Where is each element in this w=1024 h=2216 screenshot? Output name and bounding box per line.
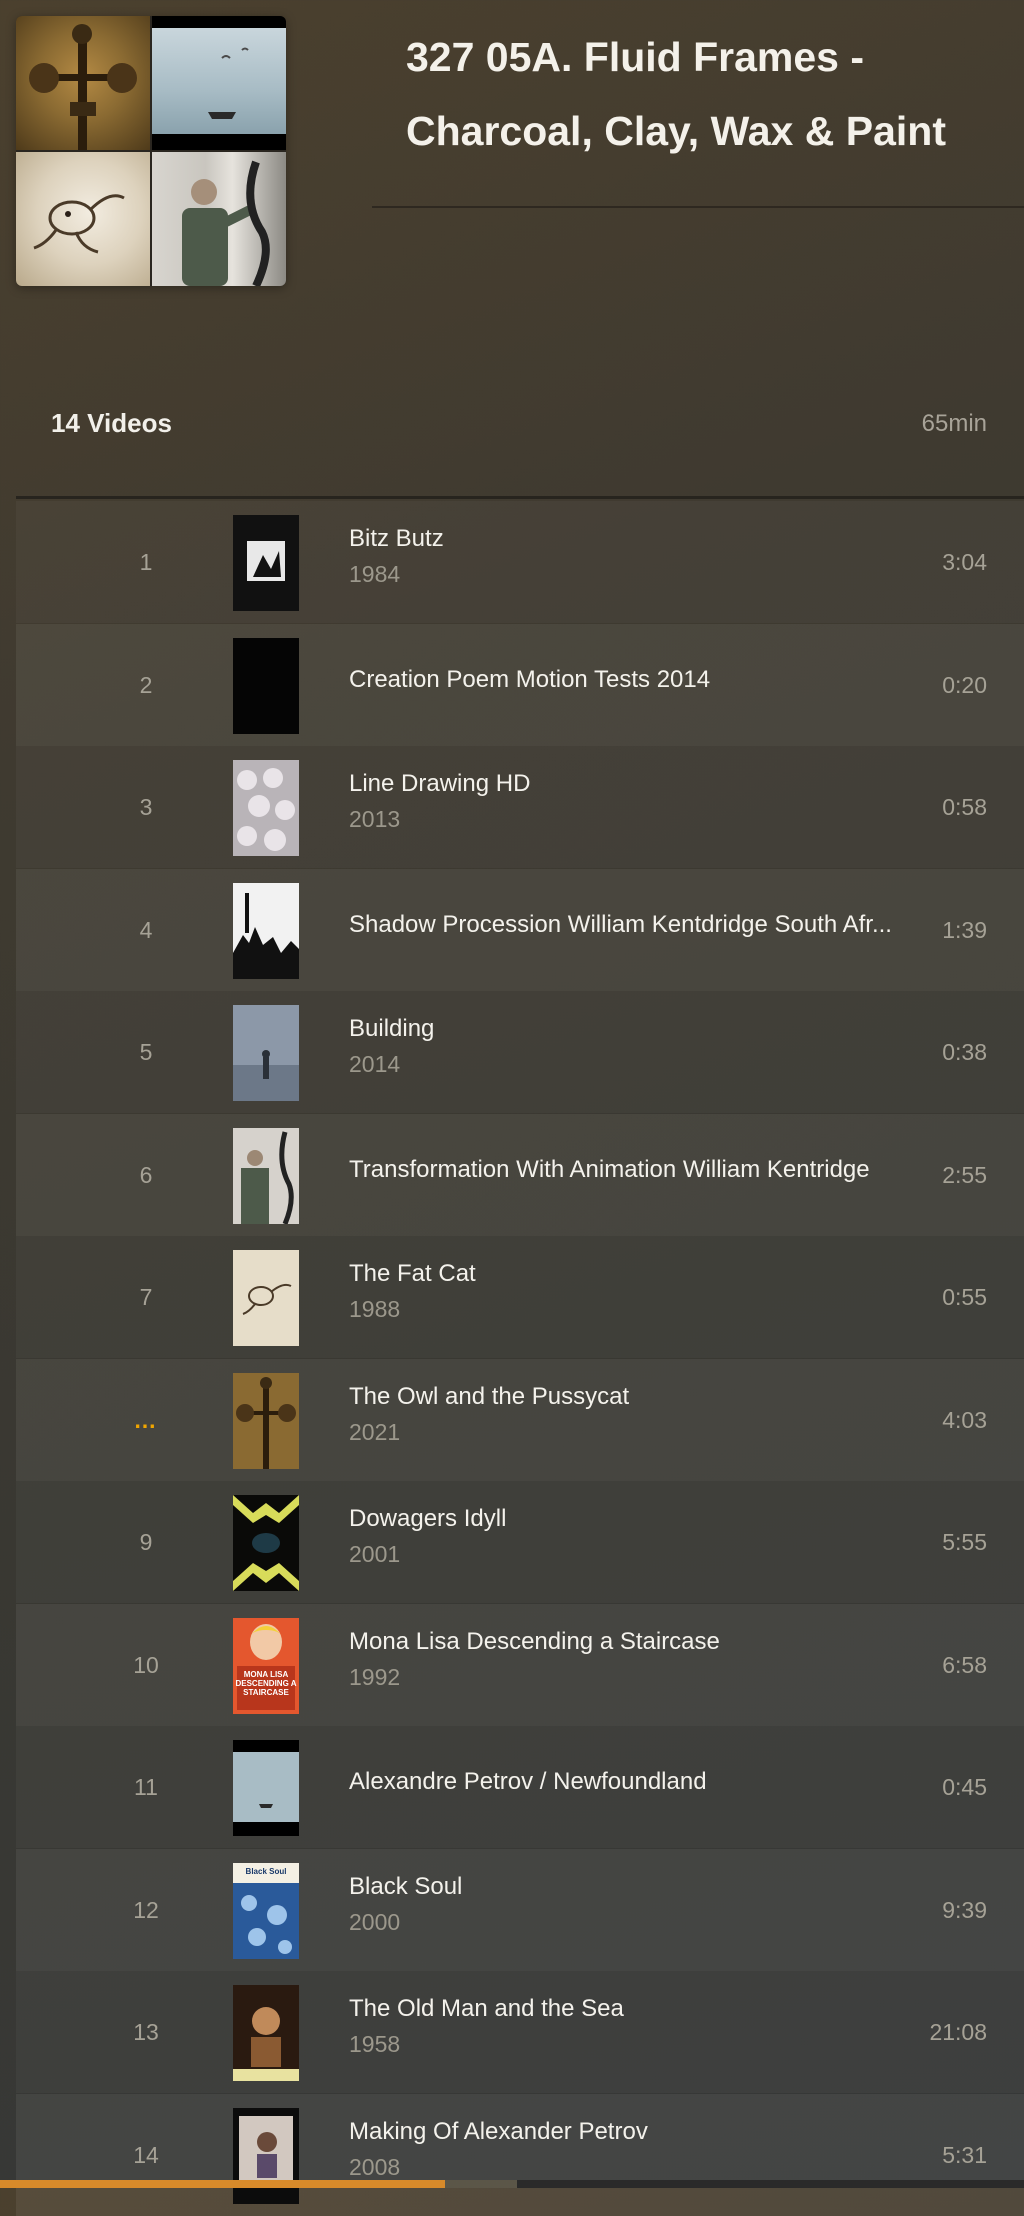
video-duration: 0:55 xyxy=(942,1284,987,1310)
title-divider xyxy=(372,206,1024,208)
video-duration: 0:58 xyxy=(942,794,987,820)
video-duration: 3:04 xyxy=(942,549,987,575)
video-title[interactable]: Black Soul xyxy=(349,1873,929,1901)
video-duration: 5:31 xyxy=(942,2141,987,2168)
video-duration: 9:39 xyxy=(942,1896,987,1923)
video-row[interactable]: 5 Building 2014 0:38 xyxy=(16,991,1024,1113)
video-year: 1958 xyxy=(349,2031,401,2057)
video-title[interactable]: Transformation With Animation William Ke… xyxy=(349,1156,929,1184)
old-man-frame-thumbnail[interactable] xyxy=(233,1985,299,2081)
video-year: 2008 xyxy=(349,2153,401,2180)
video-title[interactable]: Creation Poem Motion Tests 2014 xyxy=(349,666,929,694)
video-title[interactable]: Mona Lisa Descending a Staircase xyxy=(349,1628,929,1656)
video-row[interactable]: 10 Mona Lisa Descending a Staircase 1992 MO… xyxy=(16,1603,1024,1726)
video-title[interactable]: The Owl and the Pussycat xyxy=(349,1383,929,1411)
total-duration: 65min xyxy=(921,410,987,437)
cover-tile-cat xyxy=(16,152,150,286)
playlist-cover-mosaic[interactable] xyxy=(16,16,286,286)
video-row[interactable]: … The Owl and the Pussycat 2021 4:03 xyxy=(16,1358,1024,1481)
foggy-figure-frame-thumbnail[interactable] xyxy=(233,1005,299,1101)
pattern-frame-thumbnail[interactable] xyxy=(233,760,299,856)
list-divider xyxy=(16,496,1024,499)
cover-tile-sea xyxy=(152,16,286,150)
cover-tile-owl xyxy=(16,16,150,150)
video-title[interactable]: Making Of Alexander Petrov xyxy=(349,2118,929,2146)
video-row[interactable]: 9 Dowagers Idyll 2001 5:55 xyxy=(16,1481,1024,1603)
owl-icon xyxy=(29,24,137,150)
cat-sketch-frame-thumbnail[interactable] xyxy=(233,1250,299,1346)
video-year: 2001 xyxy=(349,1541,401,1567)
video-duration: 0:20 xyxy=(942,671,987,698)
video-row[interactable]: 4 Shadow Procession William Kentdridge So… xyxy=(16,868,1024,991)
playlist-summary: 14 Videos 65min xyxy=(0,380,1024,499)
kaleidoscope-frame-thumbnail[interactable] xyxy=(233,1495,299,1591)
video-row[interactable]: 6 Transformation With Animation William K… xyxy=(16,1113,1024,1236)
video-year: 2000 xyxy=(349,1908,401,1935)
video-duration: 5:55 xyxy=(942,1529,987,1555)
boat-icon xyxy=(208,47,249,119)
video-row[interactable]: 7 The Fat Cat 1988 0:55 xyxy=(16,1236,1024,1358)
video-duration: 2:55 xyxy=(942,1161,987,1188)
video-row[interactable]: 2 Creation Poem Motion Tests 2014 0:20 xyxy=(16,623,1024,746)
silhouette-frame-thumbnail[interactable] xyxy=(233,882,299,979)
video-duration: 4:03 xyxy=(942,1406,987,1433)
playback-progress-bar[interactable] xyxy=(0,2180,1024,2188)
bitz-butz-poster-thumbnail[interactable] xyxy=(233,515,299,611)
video-duration: 0:38 xyxy=(942,1039,987,1065)
thumbnail-caption: Black Soul xyxy=(245,1866,287,1876)
making-of-frame-thumbnail[interactable] xyxy=(233,2107,299,2204)
video-year: 1984 xyxy=(349,561,401,587)
video-year: 1992 xyxy=(349,1663,401,1690)
owl-frame-thumbnail[interactable] xyxy=(233,1372,299,1469)
video-duration: 6:58 xyxy=(942,1651,987,1678)
thumbnail-caption: MONA LISA DESCENDING A STAIRCASE xyxy=(235,1669,297,1697)
video-row[interactable]: 12 Black Soul 2000 Black Soul 9:39 xyxy=(16,1848,1024,1971)
video-title[interactable]: Line Drawing HD xyxy=(349,770,929,798)
progress-played xyxy=(0,2180,446,2188)
video-year: 2021 xyxy=(349,1418,401,1445)
playlist-title: 327 05A. Fluid Frames - Charcoal, Clay, … xyxy=(406,34,946,154)
artist-drawing-frame-thumbnail[interactable] xyxy=(233,1127,299,1224)
video-title[interactable]: Shadow Procession William Kentdridge Sou… xyxy=(349,911,929,939)
black-frame-thumbnail[interactable] xyxy=(233,637,299,734)
video-title[interactable]: The Fat Cat xyxy=(349,1260,929,1288)
cat-sketch-icon xyxy=(33,194,125,254)
video-year: 2013 xyxy=(349,806,401,832)
playlist-header: 327 05A. Fluid Frames - Charcoal, Clay, … xyxy=(0,0,1024,380)
video-list: 1 Bitz Butz 1984 3:04 2 Creation Poem Motion … xyxy=(16,501,1024,2216)
video-row[interactable]: 11 Alexandre Petrov / Newfoundland 0:45 xyxy=(16,1726,1024,1848)
sea-frame-thumbnail[interactable] xyxy=(233,1740,299,1836)
video-duration: 21:08 xyxy=(929,2019,987,2045)
video-row[interactable]: 14 Making Of Alexander Petrov 2008 5:31 xyxy=(16,2093,1024,2216)
video-count: 14 Videos xyxy=(51,408,172,438)
video-title[interactable]: Building xyxy=(349,1015,929,1043)
cover-tile-artist xyxy=(152,152,286,286)
progress-buffered xyxy=(445,2180,518,2188)
video-row[interactable]: 3 Line Drawing HD 2013 0:58 xyxy=(16,746,1024,868)
video-row[interactable]: 13 The Old Man and the Sea 1958 21:08 xyxy=(16,1971,1024,2093)
video-title[interactable]: The Old Man and the Sea xyxy=(349,1995,929,2023)
artist-icon xyxy=(182,160,270,286)
video-year: 2014 xyxy=(349,1051,401,1077)
video-row[interactable]: 1 Bitz Butz 1984 3:04 xyxy=(16,501,1024,623)
video-duration: 0:45 xyxy=(942,1774,987,1800)
video-title[interactable]: Dowagers Idyll xyxy=(349,1505,929,1533)
video-year: 1988 xyxy=(349,1296,401,1322)
video-duration: 1:39 xyxy=(942,916,987,943)
video-title[interactable]: Alexandre Petrov / Newfoundland xyxy=(349,1768,929,1796)
video-title[interactable]: Bitz Butz xyxy=(349,525,929,553)
